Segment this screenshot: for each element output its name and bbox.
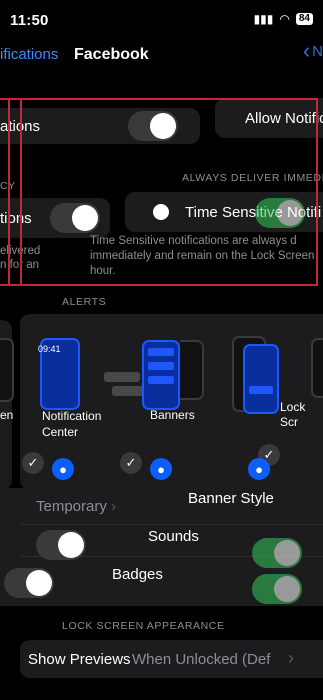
notification-center-label: Notification Center <box>42 409 102 439</box>
lock-screen-label: Lock Scr <box>280 400 306 429</box>
preview-time: 09:41 <box>38 344 61 354</box>
notification-card-icon <box>112 386 146 396</box>
notification-center-checkbox[interactable]: ● <box>52 458 74 480</box>
banners-label: Banners <box>150 408 195 422</box>
signal-icon: ▮▮▮ <box>253 12 274 26</box>
lock-screen-appearance-header: LOCK SCREEN APPEARANCE <box>62 620 225 632</box>
banners-preview[interactable] <box>142 340 180 410</box>
show-previews-row[interactable]: Show Previews When Unlocked (Def › <box>20 640 323 678</box>
status-time: 11:50 <box>10 12 49 29</box>
divider <box>20 524 323 525</box>
lock-screen-preview-edge[interactable] <box>311 338 323 398</box>
banners-checkbox[interactable]: ● <box>150 458 172 480</box>
banners-checkbox-ghost[interactable]: ✓ <box>120 452 142 474</box>
banner-bar-icon <box>148 376 174 384</box>
chevron-right-icon: › <box>288 648 294 668</box>
show-previews-label: Show Previews <box>28 651 131 668</box>
sounds-toggle[interactable] <box>252 538 302 568</box>
lock-screen-label-ghost: en <box>0 408 14 422</box>
alerts-header: ALERTS <box>62 296 107 308</box>
notification-card-icon <box>104 372 140 382</box>
badges-label: Badges <box>112 566 163 583</box>
badges-toggle-ghost[interactable] <box>4 568 54 598</box>
page-title: Facebook <box>74 46 149 63</box>
sounds-toggle-ghost[interactable] <box>36 530 86 560</box>
banner-style-label[interactable]: Banner Style <box>188 490 274 507</box>
highlight-box <box>0 98 22 286</box>
sounds-label: Sounds <box>148 528 199 545</box>
lock-bar-icon <box>249 386 273 394</box>
temporary-label[interactable]: Temporary › <box>36 498 116 515</box>
back-button[interactable]: ifications <box>0 46 58 63</box>
lock-screen-preview[interactable] <box>243 344 279 414</box>
chevron-right-icon: › <box>111 498 117 515</box>
highlight-box <box>8 98 318 286</box>
battery-icon: 84 <box>295 13 313 25</box>
show-previews-value: When Unlocked (Def <box>132 651 271 668</box>
banner-bar-icon <box>148 362 174 370</box>
lock-screen-checkbox[interactable]: ● <box>248 458 270 480</box>
notification-center-checkbox-ghost[interactable]: ✓ <box>22 452 44 474</box>
back-button-ghost[interactable]: ‹ N <box>303 38 323 64</box>
wifi-icon: ◠ <box>279 12 290 26</box>
status-icons: ▮▮▮ ◠ 84 <box>254 12 313 26</box>
banner-bar-icon <box>148 348 174 356</box>
lock-screen-preview-ghost[interactable] <box>0 338 14 402</box>
badges-toggle[interactable] <box>252 574 302 604</box>
chevron-left-icon: ‹ <box>302 38 311 63</box>
banners-preview-ghost[interactable] <box>180 340 204 400</box>
notification-center-preview[interactable]: 09:41 <box>38 338 80 410</box>
